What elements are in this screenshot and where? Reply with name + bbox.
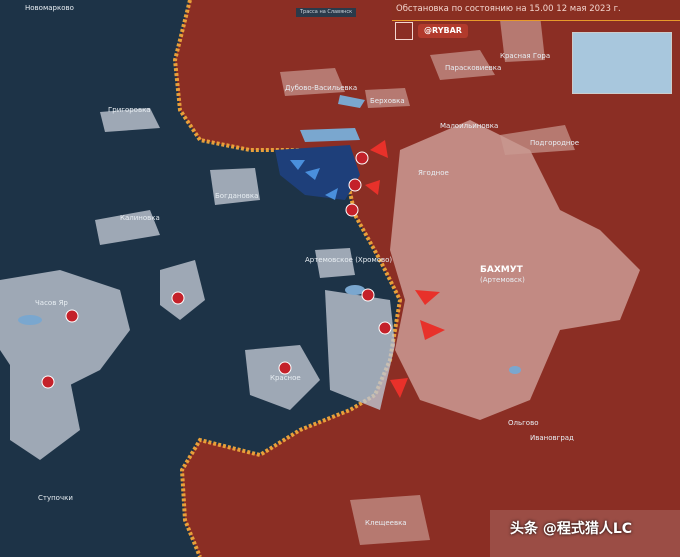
label-kleshcheevka: Клещеевка	[365, 519, 407, 527]
label-grigorovka: Григоровка	[108, 106, 151, 114]
label-artemovsk: (Артемовск)	[480, 276, 525, 284]
label-artemovskoe: Артемовское (Хромово)	[305, 256, 392, 264]
label-stupochki: Ступочки	[38, 494, 73, 502]
label-maloilinovka: Малоильиновка	[440, 122, 498, 130]
label-bakhmut: БАХМУТ	[480, 265, 524, 275]
label-paraskovievka: Парасковиевка	[445, 64, 501, 72]
label-podgorodnoe: Подгородное	[530, 139, 579, 147]
brand-logo-icon	[395, 22, 413, 40]
label-krasnoe: Красное	[270, 374, 301, 382]
label-bogdanovka: Богдановка	[215, 192, 258, 200]
watermark: 头条 @程式猎人LC	[510, 521, 633, 537]
label-novomarkovo: Новомарково	[25, 4, 74, 12]
label-dubovo: Дубово-Васильевка	[285, 84, 357, 92]
label-berkhovka: Берховка	[370, 97, 405, 105]
label-ivanovgrad: Ивановград	[530, 434, 574, 442]
brand-badge[interactable]: @RYBAR	[418, 24, 468, 38]
label-chasov-yar: Часов Яр	[35, 299, 68, 307]
status-date: Обстановка по состоянию на 15.00 12 мая …	[396, 4, 621, 14]
map-header: Обстановка по состоянию на 15.00 12 мая …	[392, 0, 680, 21]
minimap	[572, 32, 672, 94]
label-olgovo: Ольгово	[508, 419, 538, 427]
road-label: Трасса на Славянск	[296, 8, 357, 17]
label-kalinovka: Калиновка	[120, 214, 160, 222]
label-krasnaya-gora: Красная Гора	[500, 52, 550, 60]
label-yagodnoe: Ягодное	[418, 169, 449, 177]
